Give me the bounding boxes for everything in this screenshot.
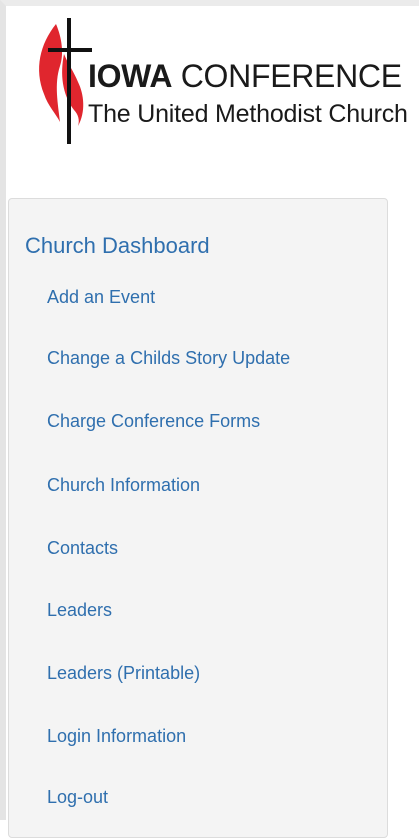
sidebar-item-church-information[interactable]: Church Information — [47, 475, 200, 496]
cross-and-flame-icon[interactable] — [34, 14, 94, 144]
sidebar-item-leaders-printable[interactable]: Leaders (Printable) — [47, 663, 200, 684]
dashboard-sidebar: Church Dashboard Add an Event Change a C… — [8, 198, 388, 838]
sidebar-item-login-information[interactable]: Login Information — [47, 726, 186, 747]
logo-subtitle: The United Methodist Church — [88, 100, 408, 128]
logo-title-bold: IOWA — [88, 58, 173, 94]
sidebar-item-contacts[interactable]: Contacts — [47, 538, 118, 559]
logo-title: IOWA CONFERENCE — [88, 60, 402, 92]
sidebar-item-add-an-event[interactable]: Add an Event — [47, 287, 155, 308]
site-header: IOWA CONFERENCE The United Methodist Chu… — [6, 6, 419, 196]
logo-title-light: CONFERENCE — [172, 58, 402, 94]
sidebar-title: Church Dashboard — [25, 233, 210, 258]
sidebar-item-log-out[interactable]: Log-out — [47, 787, 108, 808]
sidebar-item-change-a-childs-story-update[interactable]: Change a Childs Story Update — [47, 348, 290, 369]
sidebar-item-charge-conference-forms[interactable]: Charge Conference Forms — [47, 411, 260, 432]
sidebar-item-leaders[interactable]: Leaders — [47, 600, 112, 621]
